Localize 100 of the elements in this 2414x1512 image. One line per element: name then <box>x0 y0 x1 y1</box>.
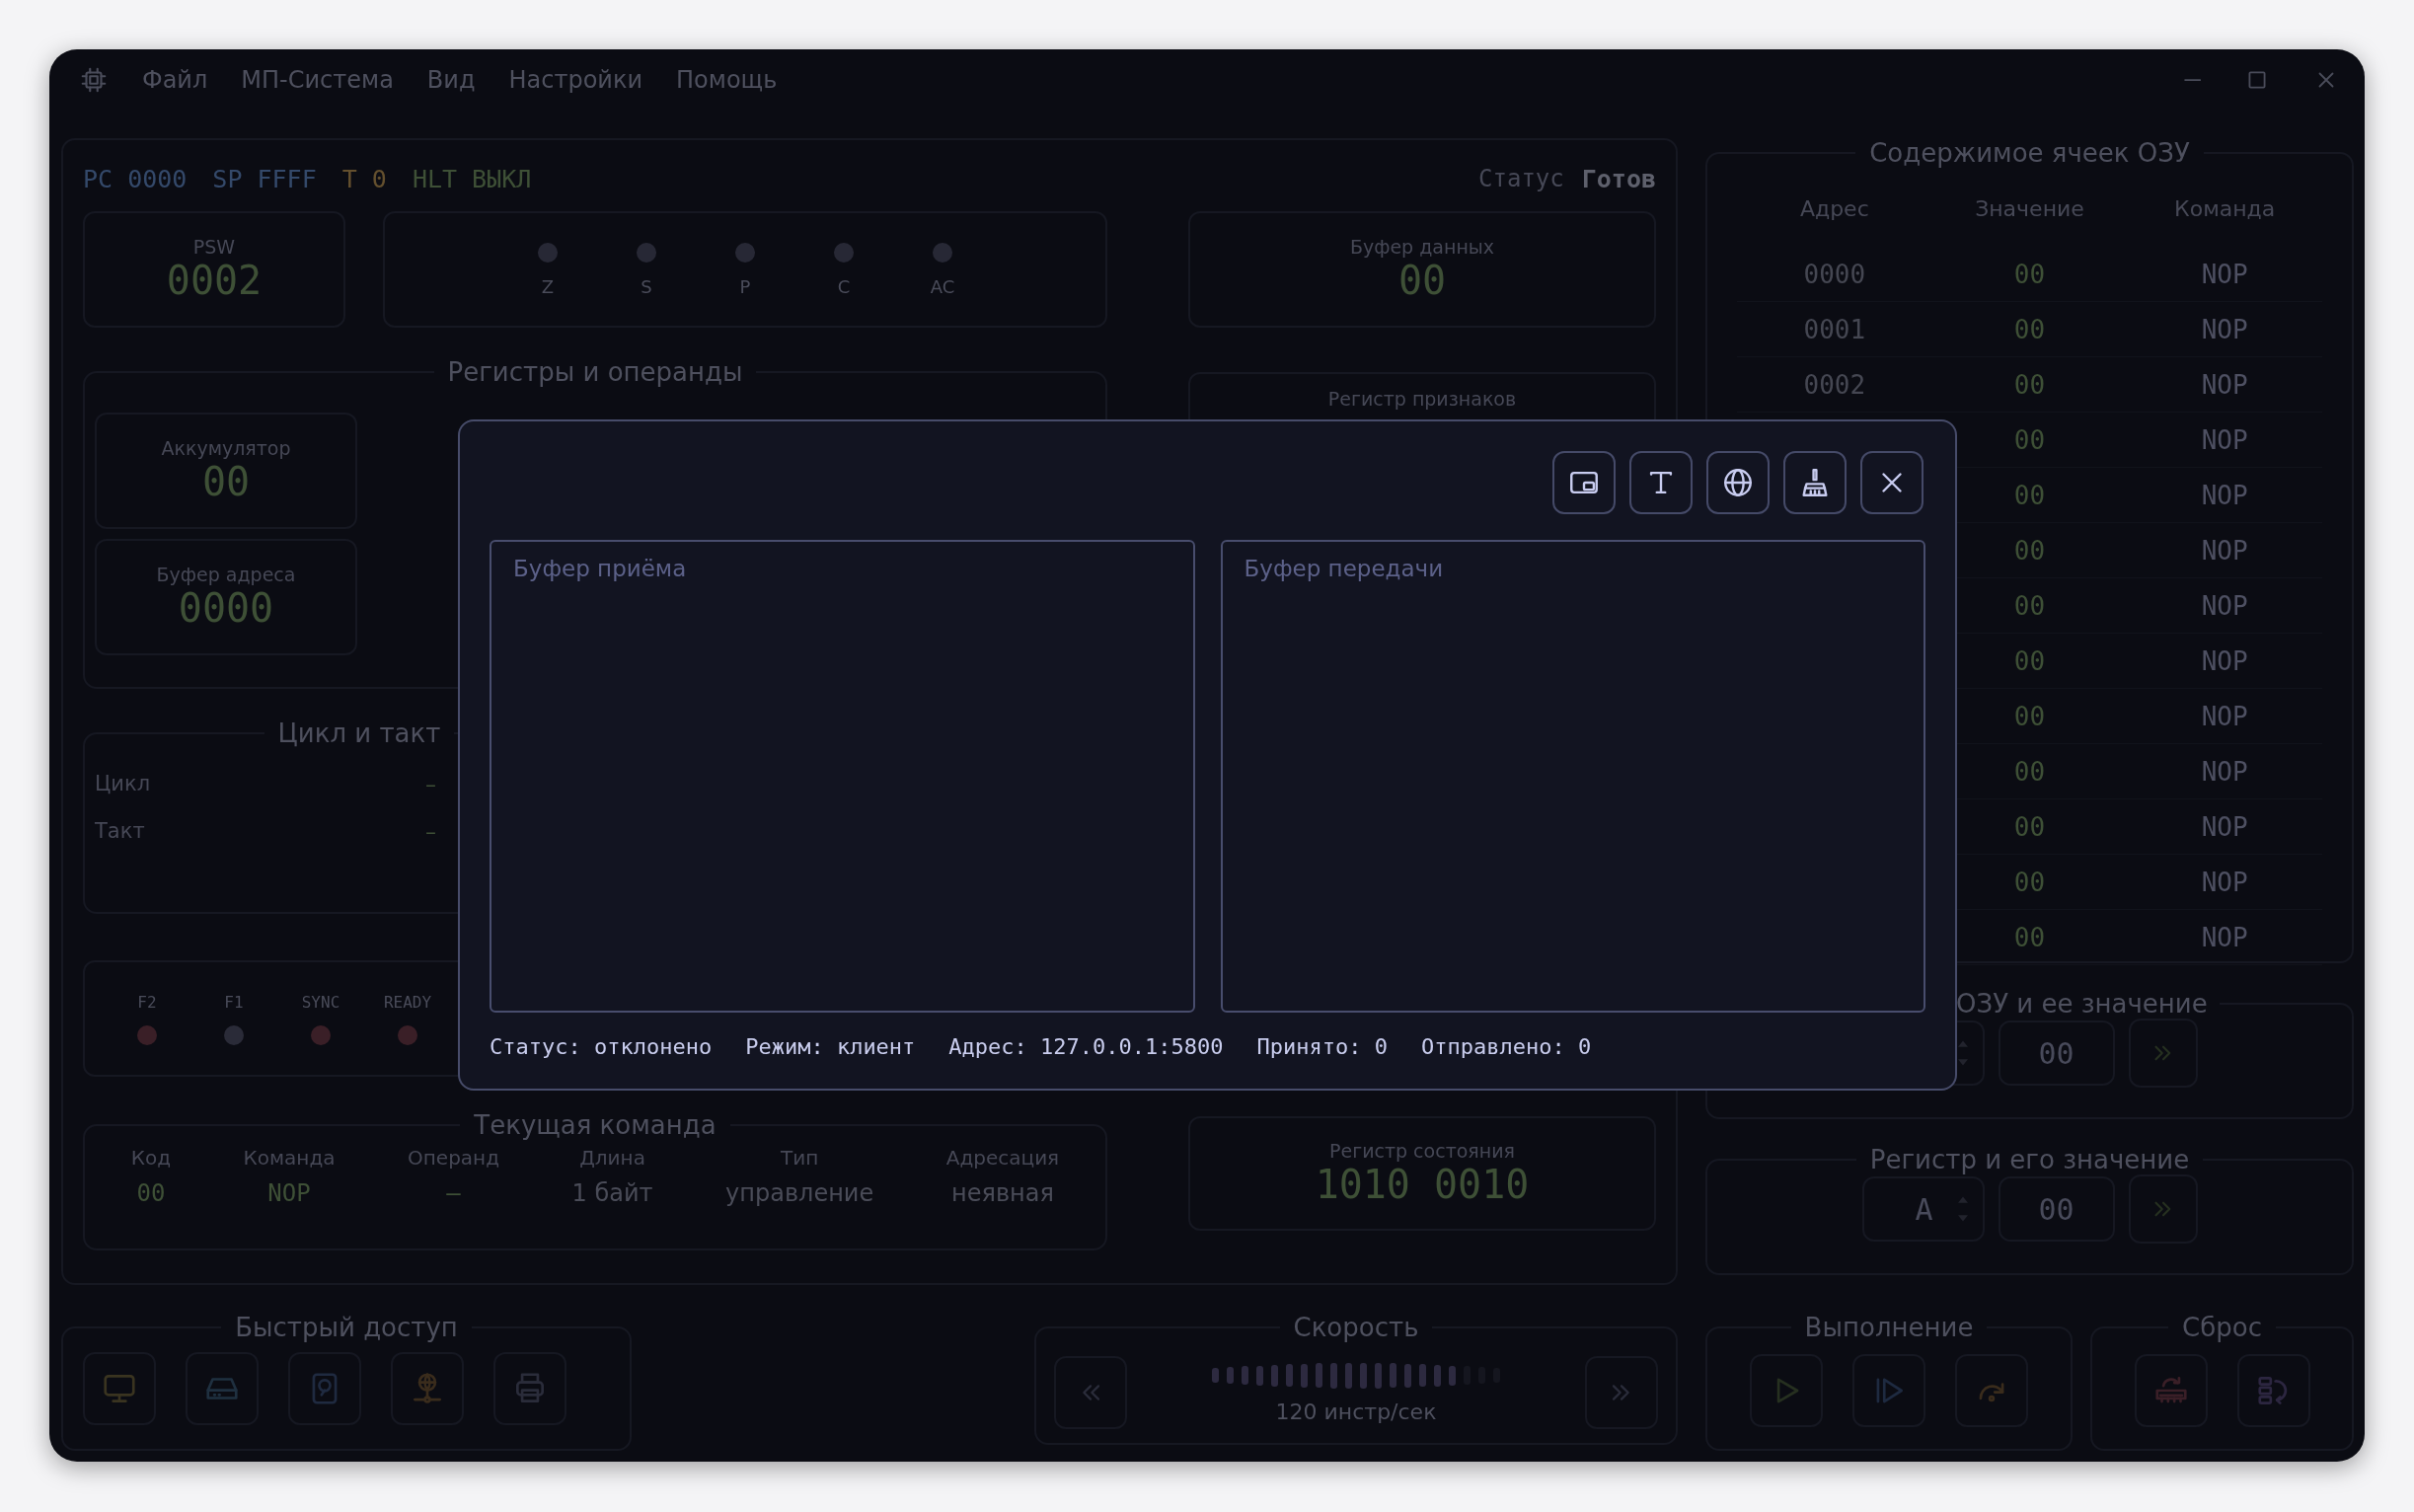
globe-icon <box>1721 466 1755 499</box>
tool-button[interactable] <box>1552 451 1616 514</box>
signal-label: READY <box>383 992 432 1012</box>
group-title: Скорость <box>1292 1313 1420 1342</box>
card-value: 1010 0010 <box>1315 1162 1530 1207</box>
column-value: управление <box>725 1179 874 1207</box>
table-cell-text: 00 <box>2012 424 2047 455</box>
send-buffer-field[interactable]: Буфер передачи <box>1220 540 1925 1013</box>
quick-access-button[interactable] <box>493 1352 566 1425</box>
table-cell-text: NOP <box>2200 369 2249 400</box>
column-value: неявная <box>951 1179 1054 1207</box>
table-cell-text: 0000 <box>1802 259 1867 289</box>
quick-access-button[interactable] <box>186 1352 259 1425</box>
reset-button[interactable] <box>2236 1354 2310 1427</box>
register-readout: HLT ВЫКЛ <box>412 164 532 193</box>
table-cell-text: 00 <box>2012 756 2047 787</box>
group-title: Цикл и такт <box>276 718 442 748</box>
group-title: Сброс <box>2181 1313 2263 1342</box>
table-cell-text: 0002 <box>1802 369 1867 400</box>
menu-item[interactable]: Помощь <box>676 66 778 94</box>
signal-label: F2 <box>137 992 157 1012</box>
table-cell-text: 00 <box>2012 811 2047 842</box>
table-cell-text: 00 <box>2012 590 2047 621</box>
speed-reading: 120 инстр/сек <box>1275 1399 1437 1424</box>
register-readout: T 0 <box>341 164 387 193</box>
faster-button[interactable] <box>1585 1356 1658 1429</box>
tool-button[interactable] <box>1629 451 1693 514</box>
group-title: Регистр и его значение <box>1868 1145 2191 1174</box>
menu-item[interactable]: МП-Система <box>241 66 394 94</box>
receive-buffer-field[interactable]: Буфер приёма <box>490 540 1195 1013</box>
row-label: Цикл <box>95 772 151 795</box>
group-title: Содержимое ячеек ОЗУ <box>1868 138 2191 168</box>
minimize-icon <box>2183 78 2201 82</box>
status-text: Отправлено: 0 <box>1420 1034 1592 1059</box>
table-cell-text: NOP <box>2200 701 2249 731</box>
table-cell-text: 00 <box>2012 369 2047 400</box>
quick-access-button[interactable] <box>83 1352 156 1425</box>
chip-icon <box>79 65 109 95</box>
spin-field[interactable]: A <box>1861 1176 1985 1242</box>
table-cell-text: NOP <box>2200 590 2249 621</box>
card-value: 00 <box>1397 258 1447 303</box>
tool-button[interactable] <box>1783 451 1847 514</box>
menu-item[interactable]: Настройки <box>508 66 643 94</box>
column-label: Команда <box>243 1146 336 1170</box>
value-field[interactable]: 00 <box>1998 1176 2115 1242</box>
execution-button[interactable] <box>1750 1354 1823 1427</box>
slower-button[interactable] <box>1054 1356 1127 1429</box>
tool-button[interactable] <box>1706 451 1770 514</box>
group-title: Текущая команда <box>473 1110 717 1140</box>
column-value: 1 байт <box>571 1179 653 1207</box>
table-cell-text: NOP <box>2200 259 2249 289</box>
quick-access-button[interactable] <box>288 1352 361 1425</box>
status-text: Принято: 0 <box>1256 1034 1388 1059</box>
card-value: 0000 <box>178 585 274 631</box>
table-cell-text: NOP <box>2200 480 2249 510</box>
table-cell-text: 00 <box>2012 480 2047 510</box>
column-value: NOP <box>267 1179 311 1207</box>
status-text: Адрес: 127.0.0.1:5800 <box>948 1034 1224 1059</box>
apply-button[interactable] <box>2128 1174 2198 1244</box>
table-cell-text: NOP <box>2200 645 2249 676</box>
card-label: Аккумулятор <box>161 437 291 459</box>
flag-label: C <box>837 275 851 297</box>
column-value: – <box>446 1179 461 1207</box>
column-label: Операнд <box>408 1146 500 1170</box>
table-cell-text: 00 <box>2012 645 2047 676</box>
execution-button[interactable] <box>1955 1354 2028 1427</box>
flag-label: P <box>739 275 751 297</box>
execution-button[interactable] <box>1852 1354 1925 1427</box>
apply-button[interactable] <box>2128 1019 2198 1088</box>
close-button[interactable] <box>1860 451 1924 514</box>
table-cell-text: 00 <box>2012 535 2047 566</box>
register-readout: PC 0000 <box>83 164 188 193</box>
table-cell-text: NOP <box>2200 811 2249 842</box>
quick-access-button[interactable] <box>391 1352 464 1425</box>
table-cell-text: NOP <box>2200 535 2249 566</box>
flag-label: Z <box>541 275 555 297</box>
menu-item[interactable]: Вид <box>426 66 476 94</box>
table-cell-text: NOP <box>2200 756 2249 787</box>
card-label: Буфер адреса <box>156 564 296 585</box>
register-readout: SP FFFF <box>212 164 317 193</box>
status-label: Статус <box>1478 165 1564 192</box>
row-value: – <box>425 818 436 844</box>
column-label: Код <box>130 1146 172 1170</box>
column-header: Команда <box>2173 195 2277 221</box>
column-header: Значение <box>1974 195 2085 221</box>
status-value: Готов <box>1581 164 1656 193</box>
table-cell-text: 00 <box>2012 701 2047 731</box>
card-label: PSW <box>192 236 236 258</box>
flag-label: AC <box>930 275 955 297</box>
menu-item[interactable]: Файл <box>142 66 208 94</box>
table-cell-text: NOP <box>2200 314 2249 344</box>
row-label: Такт <box>95 819 145 843</box>
status-text: Статус: отклонено <box>490 1034 713 1059</box>
row-value: – <box>425 771 436 796</box>
signal-label: SYNC <box>301 992 340 1012</box>
group-title: Быстрый доступ <box>234 1313 459 1342</box>
reset-button[interactable] <box>2134 1354 2208 1427</box>
signal-label: F1 <box>224 992 244 1012</box>
value-field[interactable]: 00 <box>1998 1021 2115 1086</box>
status-text: Режим: клиент <box>745 1034 916 1059</box>
